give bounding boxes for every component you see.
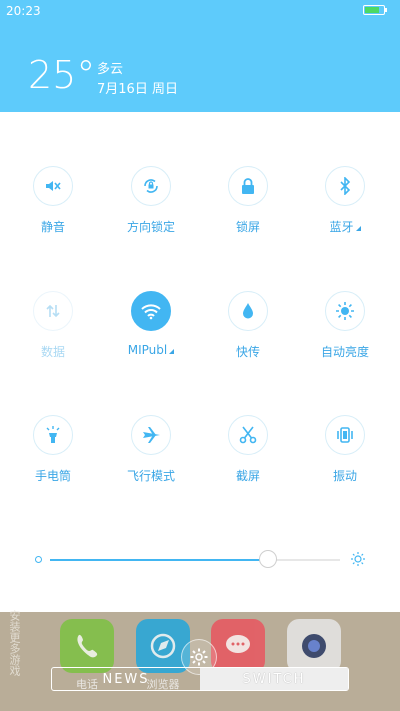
toggle-label: 数据 (40, 345, 65, 359)
brightness-high-icon (350, 551, 366, 571)
weather-header: 20:23 25° 多云 7月16日 周日 (0, 0, 400, 112)
toggle-bluetooth[interactable]: 蓝牙 (295, 166, 395, 235)
toggle-auto-brightness[interactable]: 自动亮度 (295, 291, 395, 360)
toggle-label: 静音 (40, 220, 65, 234)
toggle-label: 振动 (332, 469, 357, 483)
toggle-lock-screen[interactable]: 锁屏 (198, 166, 298, 235)
brightness-low-icon (35, 556, 42, 563)
toggle-label: 截屏 (235, 469, 260, 483)
sun-icon (325, 291, 365, 331)
status-time: 20:23 (6, 4, 41, 18)
droplet-icon (228, 291, 268, 331)
wifi-icon (131, 291, 171, 331)
brightness-handle[interactable] (259, 550, 277, 568)
expand-indicator-icon (169, 349, 175, 354)
lock-icon (228, 166, 268, 206)
news-button[interactable]: NEWS (52, 668, 200, 690)
weather-condition: 多云 (97, 62, 124, 77)
toggle-label: 方向锁定 (126, 220, 175, 234)
temperature[interactable]: 25° (28, 52, 95, 98)
mobile-data-icon (33, 291, 73, 331)
brightness-fill (50, 559, 268, 561)
flashlight-icon (33, 415, 73, 455)
rotation-lock-icon (131, 166, 171, 206)
toggle-wifi[interactable]: MIPubl (101, 291, 201, 357)
toggle-label: 手电筒 (34, 469, 71, 483)
phone-icon[interactable] (60, 619, 114, 673)
brightness-slider[interactable] (30, 545, 370, 575)
news-switch-bar: NEWS SWITCH (51, 667, 349, 691)
toggle-mute[interactable]: 静音 (3, 166, 103, 235)
battery-icon (363, 5, 387, 15)
toggle-label: 快传 (235, 345, 260, 359)
scissors-icon (228, 415, 268, 455)
toggle-label: MIPubl (101, 343, 201, 357)
toggle-flashlight[interactable]: 手电筒 (3, 415, 103, 484)
toggle-airplane-mode[interactable]: 飞行模式 (101, 415, 201, 484)
message-icon[interactable] (211, 619, 265, 673)
toggle-vibrate[interactable]: 振动 (295, 415, 395, 484)
bluetooth-icon (325, 166, 365, 206)
toggle-label: 自动亮度 (320, 345, 369, 359)
toggle-screenshot[interactable]: 截屏 (198, 415, 298, 484)
toggle-quick-transfer[interactable]: 快传 (198, 291, 298, 360)
expand-indicator-icon (355, 226, 361, 231)
airplane-icon (131, 415, 171, 455)
toggle-label: 锁屏 (235, 220, 260, 234)
date-label: 7月16日 周日 (97, 82, 178, 97)
toggle-rotation-lock[interactable]: 方向锁定 (101, 166, 201, 235)
mute-icon (33, 166, 73, 206)
toggle-mobile-data[interactable]: 数据 (3, 291, 103, 360)
side-banner-text[interactable]: 安装更多游戏 (2, 610, 22, 676)
toggle-label: 蓝牙 (295, 218, 395, 235)
camera-icon[interactable] (287, 619, 341, 673)
switch-button[interactable]: SWITCH (200, 668, 348, 690)
vibrate-icon (325, 415, 365, 455)
toggle-label: 飞行模式 (126, 469, 175, 483)
